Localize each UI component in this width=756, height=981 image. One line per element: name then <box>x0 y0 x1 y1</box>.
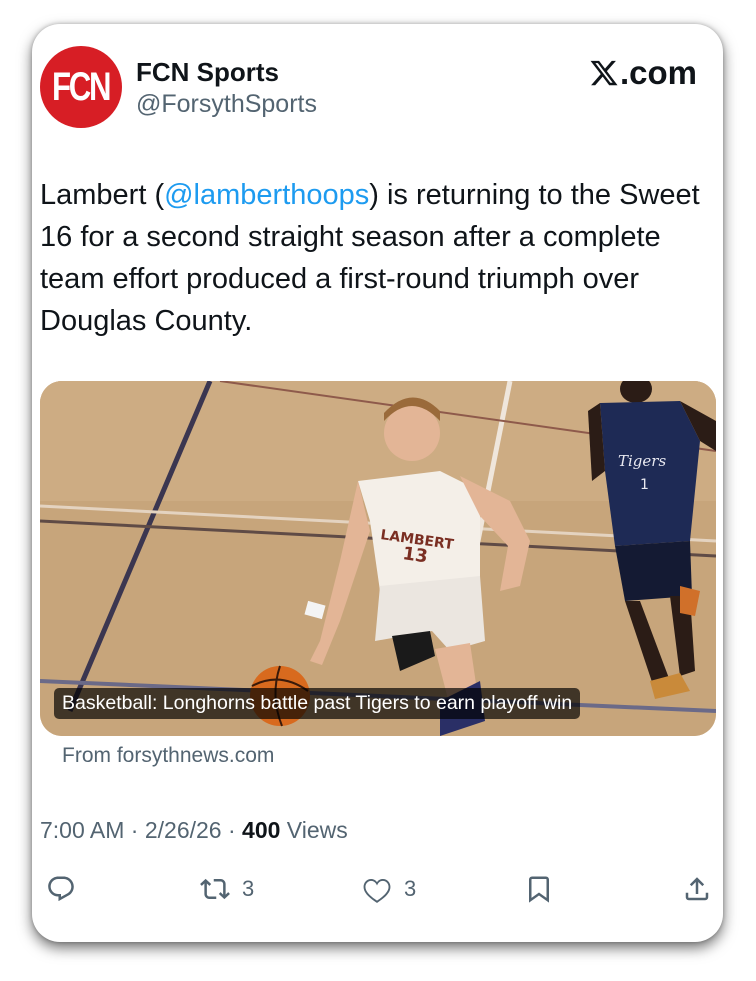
heart-icon <box>363 878 391 903</box>
author-name[interactable]: FCN Sports <box>136 57 279 88</box>
like-button[interactable]: 3 <box>362 874 416 904</box>
bookmark-icon <box>529 876 549 903</box>
x-brand-domain: .com <box>619 54 697 91</box>
mention-link[interactable]: @lamberthoops <box>164 179 369 211</box>
link-source[interactable]: From forsythnews.com <box>62 744 274 768</box>
share-icon <box>685 877 709 901</box>
meta-separator: · <box>124 817 145 843</box>
tweet-text: Lambert (@lamberthoops) is returning to … <box>40 174 700 342</box>
views-label: Views <box>280 817 348 843</box>
avatar-logo-text: FCN <box>52 64 111 109</box>
views-count: 400 <box>242 817 281 843</box>
author-handle[interactable]: @ForsythSports <box>136 90 317 119</box>
x-brand-link[interactable]: .com <box>589 54 697 92</box>
repost-count: 3 <box>242 876 255 901</box>
tweet-time[interactable]: 7:00 AM <box>40 817 124 843</box>
home-jersey-number: 13 <box>401 543 429 567</box>
repost-icon <box>200 878 230 900</box>
link-card-title: Basketball: Longhorns battle past Tigers… <box>54 688 581 719</box>
away-jersey-name: Tigers <box>618 452 666 470</box>
basketball-photo: Tigers 1 LAMBERT 13 <box>40 381 716 736</box>
avatar[interactable]: FCN <box>40 46 122 128</box>
action-bar: 3 3 <box>32 874 723 914</box>
share-button[interactable] <box>682 874 712 904</box>
reply-icon <box>48 876 74 902</box>
x-logo-icon <box>590 60 618 86</box>
bookmark-button[interactable] <box>524 874 554 904</box>
link-card-image[interactable]: Tigers 1 LAMBERT 13 Basketball: Longhorn… <box>40 381 716 736</box>
tweet-meta: 7:00 AM · 2/26/26 · 400 Views <box>40 817 348 844</box>
away-jersey-number: 1 <box>640 477 649 493</box>
like-count: 3 <box>404 876 417 901</box>
meta-separator: · <box>221 817 243 843</box>
tweet-date[interactable]: 2/26/26 <box>145 817 222 843</box>
reply-button[interactable] <box>46 874 76 904</box>
repost-button[interactable]: 3 <box>200 874 254 904</box>
tweet-text-start: Lambert ( <box>40 179 165 211</box>
tweet-card: FCN FCN Sports @ForsythSports .com Lambe… <box>32 24 723 942</box>
